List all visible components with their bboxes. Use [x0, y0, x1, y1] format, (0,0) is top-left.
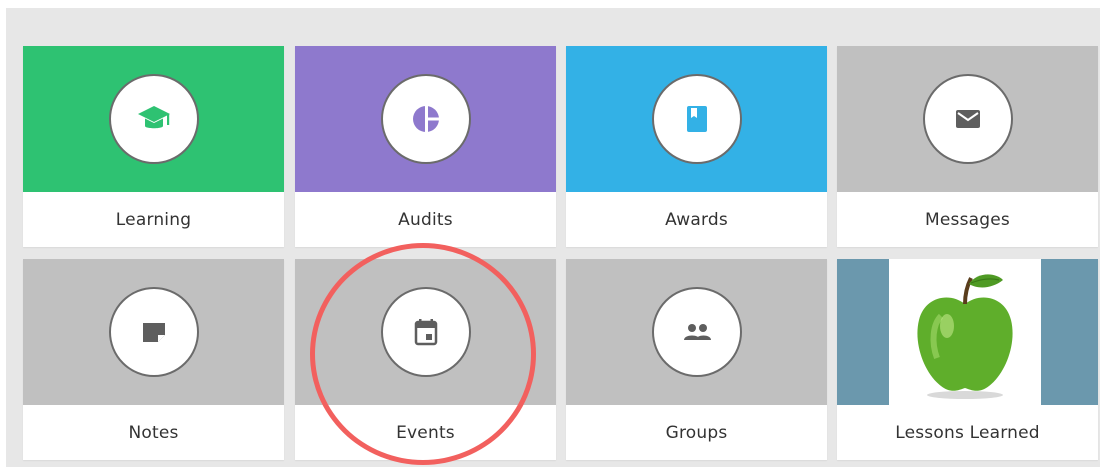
- green-apple-image: [917, 274, 1013, 399]
- tile-label: Awards: [665, 209, 728, 230]
- people-icon: [683, 324, 711, 340]
- tile-events[interactable]: Events: [295, 259, 556, 460]
- tile-audits-banner: [295, 46, 556, 192]
- icon-circle: [108, 287, 199, 377]
- tile-messages-banner: [837, 46, 1098, 192]
- tile-notes-banner: [23, 259, 284, 405]
- book-icon: [686, 106, 707, 132]
- tile-awards[interactable]: Awards: [566, 46, 827, 247]
- tile-learning-banner: [23, 46, 284, 192]
- tile-learning[interactable]: Learning: [23, 46, 284, 247]
- tile-label: Messages: [925, 209, 1010, 230]
- apple-photo: [889, 259, 1041, 405]
- tile-label: Lessons Learned: [895, 422, 1040, 443]
- tile-awards-banner: [566, 46, 827, 192]
- tile-events-banner: [295, 259, 556, 405]
- note-icon: [142, 323, 165, 342]
- tile-groups[interactable]: Groups: [566, 259, 827, 460]
- icon-circle: [651, 287, 742, 377]
- icon-circle: [380, 74, 471, 164]
- tile-label: Events: [396, 422, 455, 443]
- icon-circle: [380, 287, 471, 377]
- graduation-cap-icon: [137, 106, 170, 129]
- tile-notes[interactable]: Notes: [23, 259, 284, 460]
- icon-circle: [108, 74, 199, 164]
- tile-audits[interactable]: Audits: [295, 46, 556, 247]
- tile-groups-banner: [566, 259, 827, 405]
- tile-messages[interactable]: Messages: [837, 46, 1098, 247]
- calendar-icon: [414, 319, 437, 346]
- envelope-icon: [955, 110, 980, 128]
- tile-label: Notes: [128, 422, 179, 443]
- tile-lessons-learned-banner: [837, 259, 1098, 405]
- icon-circle: [651, 74, 742, 164]
- tile-label: Audits: [398, 209, 453, 230]
- tile-lessons-learned[interactable]: Lessons Learned: [837, 259, 1098, 460]
- tile-label: Groups: [665, 422, 728, 443]
- tile-label: Learning: [115, 209, 192, 230]
- icon-circle: [922, 74, 1013, 164]
- pie-chart-icon: [412, 105, 441, 133]
